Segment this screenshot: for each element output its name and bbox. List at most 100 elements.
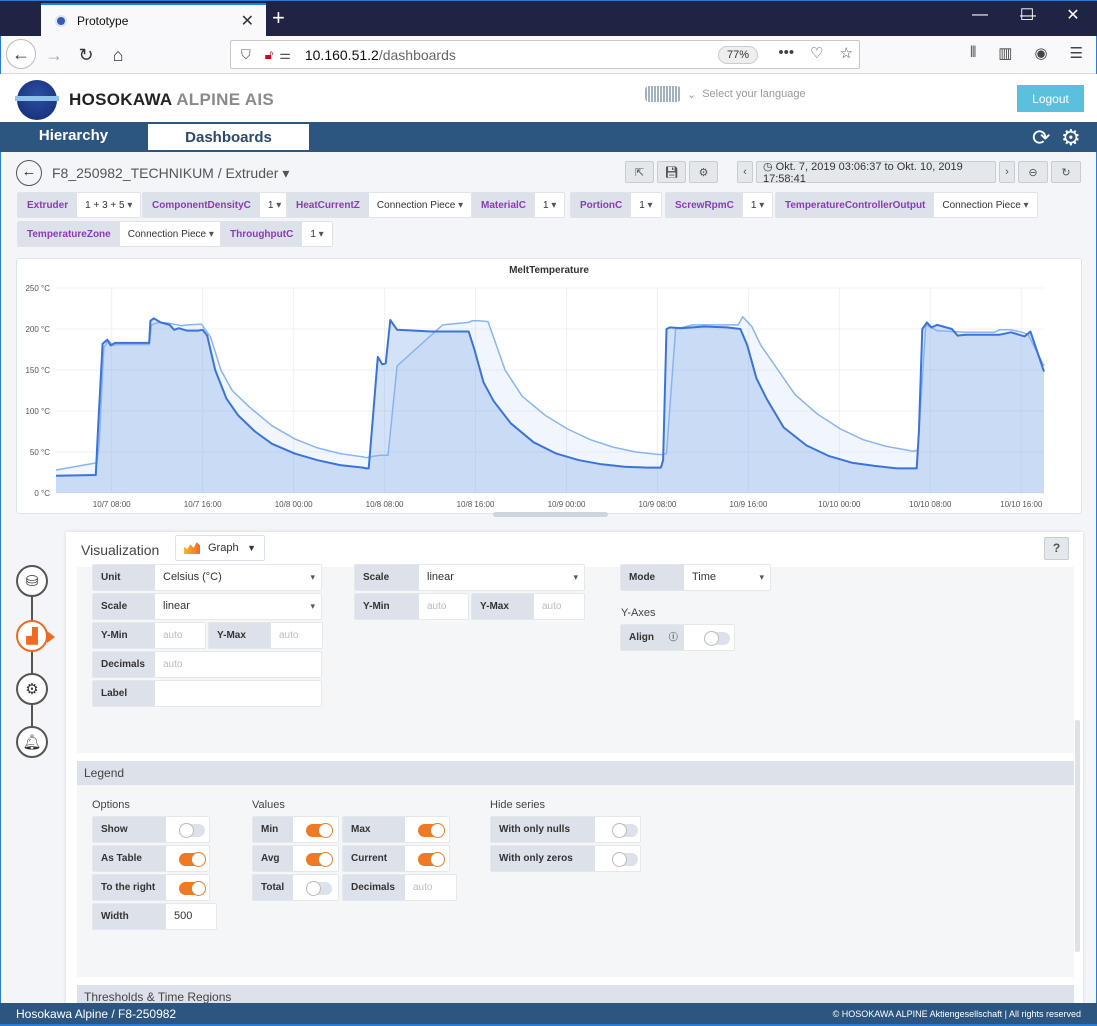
melt-temperature-chart[interactable]: 0 °C 50 °C 100 °C 150 °C 200 °C 250 °C 10/7 08… bbox=[17, 259, 1083, 515]
current-toggle[interactable] bbox=[418, 852, 445, 867]
variable-value[interactable]: 1 bbox=[742, 193, 773, 217]
ymax-input[interactable]: auto bbox=[534, 594, 584, 619]
variable-materialc[interactable]: MaterialC 1 bbox=[471, 192, 566, 218]
library-icon[interactable]: ⫴ bbox=[970, 44, 976, 62]
variable-portionc[interactable]: PortionC 1 bbox=[570, 192, 662, 218]
footer-breadcrumb[interactable]: Hosokawa Alpine / F8-250982 bbox=[16, 1007, 176, 1021]
variable-temperaturezone[interactable]: TemperatureZone Connection Piece bbox=[17, 221, 223, 247]
insecure-lock-icon[interactable]: 🔓︎ bbox=[265, 47, 273, 63]
hide-zeros-field[interactable]: With only zeros bbox=[490, 845, 641, 872]
variable-value[interactable]: Connection Piece bbox=[934, 193, 1037, 217]
nulls-toggle[interactable] bbox=[612, 823, 638, 838]
gear-icon[interactable]: ⚙ bbox=[1061, 125, 1081, 151]
unit-select[interactable]: Celsius (°C) bbox=[155, 565, 321, 590]
close-tab-icon[interactable]: ✕ bbox=[241, 11, 254, 31]
legend-width-field[interactable]: Width 500 bbox=[92, 903, 217, 930]
total-toggle[interactable] bbox=[306, 881, 332, 896]
toggle-cell[interactable] bbox=[293, 817, 338, 842]
info-icon[interactable]: ⓘ bbox=[669, 632, 678, 642]
settings-button[interactable]: ⚙ bbox=[689, 161, 718, 183]
variable-componentdensityc[interactable]: ComponentDensityC 1 bbox=[142, 192, 291, 218]
variable-temperaturecontrolleroutput[interactable]: TemperatureControllerOutput Connection Pi… bbox=[775, 192, 1038, 218]
decimals-input[interactable]: auto bbox=[155, 652, 321, 677]
hide-nulls-field[interactable]: With only nulls bbox=[490, 816, 641, 843]
variable-value[interactable]: 1 bbox=[631, 193, 661, 217]
scale-select[interactable]: linear bbox=[155, 594, 321, 619]
account-icon[interactable]: ◉ bbox=[1034, 44, 1047, 62]
toggle-cell[interactable] bbox=[166, 846, 209, 871]
url-text[interactable]: 10.160.51.2/dashboards bbox=[305, 47, 456, 63]
toggle-cell[interactable] bbox=[595, 817, 640, 842]
minimize-icon[interactable]: — bbox=[970, 6, 990, 24]
x-mode-field[interactable]: Mode Time bbox=[620, 564, 771, 591]
legend-astable-field[interactable]: As Table bbox=[92, 845, 210, 872]
min-toggle[interactable] bbox=[306, 823, 333, 838]
variable-value[interactable]: 1 bbox=[302, 222, 332, 246]
time-forward-button[interactable]: › bbox=[999, 161, 1015, 183]
maximize-icon[interactable]: ☐ bbox=[1017, 5, 1037, 25]
variable-heatcurrentz[interactable]: HeatCurrentZ Connection Piece bbox=[286, 192, 473, 218]
as-table-toggle[interactable] bbox=[179, 852, 206, 867]
help-button[interactable]: ? bbox=[1044, 537, 1069, 560]
tab-hierarchy[interactable]: Hierarchy bbox=[0, 122, 147, 152]
time-back-button[interactable]: ‹ bbox=[737, 161, 753, 183]
time-range-picker[interactable]: ◷ Okt. 7, 2019 03:06:37 to Okt. 10, 2019… bbox=[756, 161, 996, 185]
page-actions-icon[interactable]: ••• bbox=[778, 44, 794, 62]
legend-min-field[interactable]: Min bbox=[252, 816, 339, 843]
refresh-sync-icon[interactable]: ⟳ bbox=[1032, 125, 1050, 151]
variable-screwrpmc[interactable]: ScrewRpmC 1 bbox=[665, 192, 774, 218]
right-scale-field[interactable]: Scale linear bbox=[354, 564, 585, 591]
logout-button[interactable]: Logout bbox=[1017, 85, 1084, 112]
toggle-cell[interactable] bbox=[293, 875, 338, 900]
label-input[interactable] bbox=[155, 681, 321, 706]
variable-value[interactable]: Connection Piece bbox=[119, 222, 222, 246]
company-logo[interactable]: HOSOKAWA ALPINE AIS bbox=[15, 80, 274, 120]
left-decimals-field[interactable]: Decimals auto bbox=[92, 651, 322, 678]
left-label-field[interactable]: Label bbox=[92, 680, 322, 707]
toggle-cell[interactable] bbox=[166, 875, 209, 900]
width-input[interactable]: 500 bbox=[166, 904, 216, 929]
browser-tab[interactable]: Prototype ✕ bbox=[41, 3, 266, 37]
editor-scrollbar[interactable] bbox=[1075, 720, 1080, 952]
left-scale-field[interactable]: Scale linear bbox=[92, 593, 322, 620]
legend-show-field[interactable]: Show bbox=[92, 816, 210, 843]
legend-right-field[interactable]: To the right bbox=[92, 874, 210, 901]
legend-current-field[interactable]: Current bbox=[342, 845, 450, 872]
bookmark-star-icon[interactable]: ☆ bbox=[840, 44, 853, 62]
visualization-type-select[interactable]: Graph ▼ bbox=[175, 535, 265, 561]
variable-throughputc[interactable]: ThroughputC 1 bbox=[220, 221, 333, 247]
right-ymax-field[interactable]: Y-Max auto bbox=[471, 593, 585, 620]
legend-total-field[interactable]: Total bbox=[252, 874, 339, 901]
legend-decimals-field[interactable]: Decimals auto bbox=[342, 874, 457, 901]
toggle-cell[interactable] bbox=[405, 817, 449, 842]
home-button[interactable]: ⌂ bbox=[104, 41, 132, 69]
left-unit-field[interactable]: Unit Celsius (°C) bbox=[92, 564, 322, 591]
zoom-out-button[interactable]: ⊖ bbox=[1018, 161, 1048, 183]
close-window-icon[interactable]: ✕ bbox=[1063, 5, 1083, 25]
to-right-toggle[interactable] bbox=[179, 881, 206, 896]
sidebar-icon[interactable]: ▥ bbox=[998, 44, 1012, 62]
toggle-cell[interactable] bbox=[293, 846, 338, 871]
show-toggle[interactable] bbox=[179, 823, 205, 838]
step-queries[interactable]: ⛁ bbox=[16, 565, 48, 597]
permissions-icon[interactable]: ⚌ bbox=[279, 47, 291, 63]
variable-value[interactable]: 1 bbox=[259, 193, 290, 217]
step-alert[interactable]: 🔔︎ bbox=[16, 726, 48, 758]
legend-max-field[interactable]: Max bbox=[342, 816, 450, 843]
ymin-input[interactable]: auto bbox=[155, 623, 205, 648]
back-arrow-button[interactable]: ← bbox=[16, 160, 42, 186]
variable-value[interactable]: 1 bbox=[535, 193, 565, 217]
panel-resize-handle[interactable] bbox=[493, 512, 608, 517]
forward-button[interactable]: → bbox=[40, 41, 68, 69]
legend-avg-field[interactable]: Avg bbox=[252, 845, 339, 872]
step-visualization[interactable]: ▟ bbox=[16, 620, 55, 652]
back-button[interactable]: ← bbox=[6, 39, 36, 69]
menu-icon[interactable]: ☰ bbox=[1070, 44, 1083, 62]
left-ymax-field[interactable]: Y-Max auto bbox=[208, 622, 323, 649]
dashboard-breadcrumb[interactable]: F8_250982_TECHNIKUM / Extruder ▾ bbox=[52, 165, 289, 182]
shield-icon[interactable]: ⛉ bbox=[241, 47, 251, 63]
align-toggle-cell[interactable] bbox=[684, 625, 734, 650]
zoom-level-badge[interactable]: 77% bbox=[718, 46, 758, 64]
language-selector[interactable]: ⌄ Select your language bbox=[645, 86, 806, 102]
decimals-input[interactable]: auto bbox=[405, 875, 456, 900]
